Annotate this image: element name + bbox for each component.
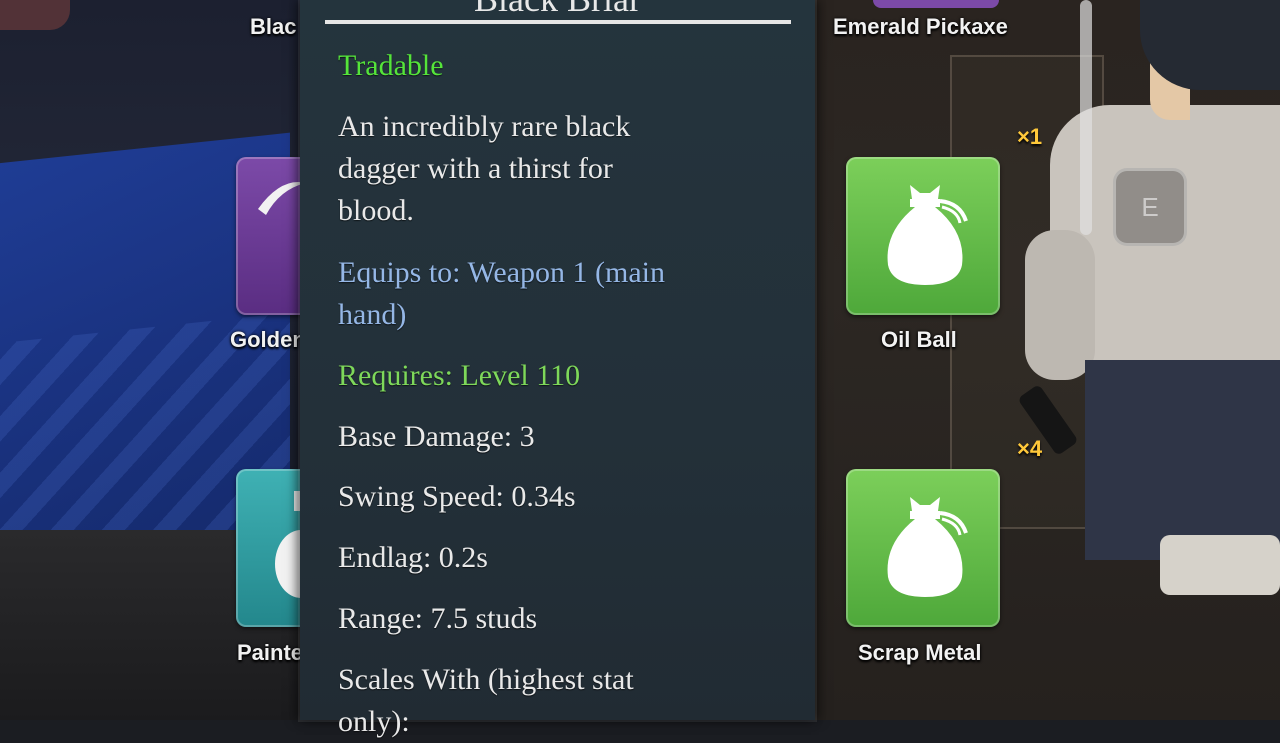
player-character-arm (1025, 230, 1095, 380)
swing-speed-stat: Swing Speed: 0.34s (338, 480, 576, 513)
item-label-black-briar: Blac (250, 14, 297, 39)
player-character-shoe (1160, 535, 1280, 595)
item-label-painted: Painte (237, 640, 304, 665)
sack-icon (887, 185, 968, 285)
item-label-scrap-metal: Scrap Metal (858, 640, 982, 665)
description-line: An incredibly rare black (338, 110, 631, 143)
item-count-badge: ×1 (1017, 124, 1043, 149)
inventory-slot-oil-ball[interactable] (846, 157, 1000, 315)
tooltip-divider (325, 20, 791, 24)
scales-line: only): (338, 705, 410, 738)
base-damage-stat: Base Damage: 3 (338, 420, 535, 453)
equips-to: Equips to: Weapon 1 (main hand) (338, 252, 778, 336)
inventory-slot-scrap-metal[interactable] (846, 469, 1000, 627)
item-tooltip: Black Briar Tradable An incredibly rare … (300, 0, 815, 738)
equips-line: Equips to: Weapon 1 (main (338, 256, 665, 289)
description-line: dagger with a thirst for (338, 152, 613, 185)
equips-line: hand) (338, 298, 407, 331)
interact-key-label: E (1141, 191, 1159, 222)
description-line: blood. (338, 194, 414, 227)
level-requirement: Requires: Level 110 (338, 359, 581, 392)
scenery-object (0, 0, 70, 30)
tooltip-title: Black Briar (300, 0, 815, 20)
item-label-golden: Golden (230, 327, 306, 352)
item-description: An incredibly rare black dagger with a t… (338, 106, 778, 232)
interact-key-prompt[interactable]: E (1113, 168, 1187, 246)
endlag-stat: Endlag: 0.2s (338, 541, 488, 574)
inventory-scrollbar[interactable] (1080, 0, 1092, 235)
tradable-tag: Tradable (338, 49, 444, 82)
range-stat: Range: 7.5 studs (338, 602, 538, 635)
item-label-emerald-pickaxe: Emerald Pickaxe (833, 14, 1008, 39)
item-label-oil-ball: Oil Ball (881, 327, 957, 352)
sack-icon (887, 497, 968, 597)
item-count-badge: ×4 (1017, 436, 1043, 461)
inventory-slot-emerald-pickaxe[interactable] (873, 0, 999, 8)
player-character-legs (1085, 360, 1280, 560)
scales-line: Scales With (highest stat (338, 663, 634, 696)
scales-with: Scales With (highest stat only): (338, 659, 778, 743)
